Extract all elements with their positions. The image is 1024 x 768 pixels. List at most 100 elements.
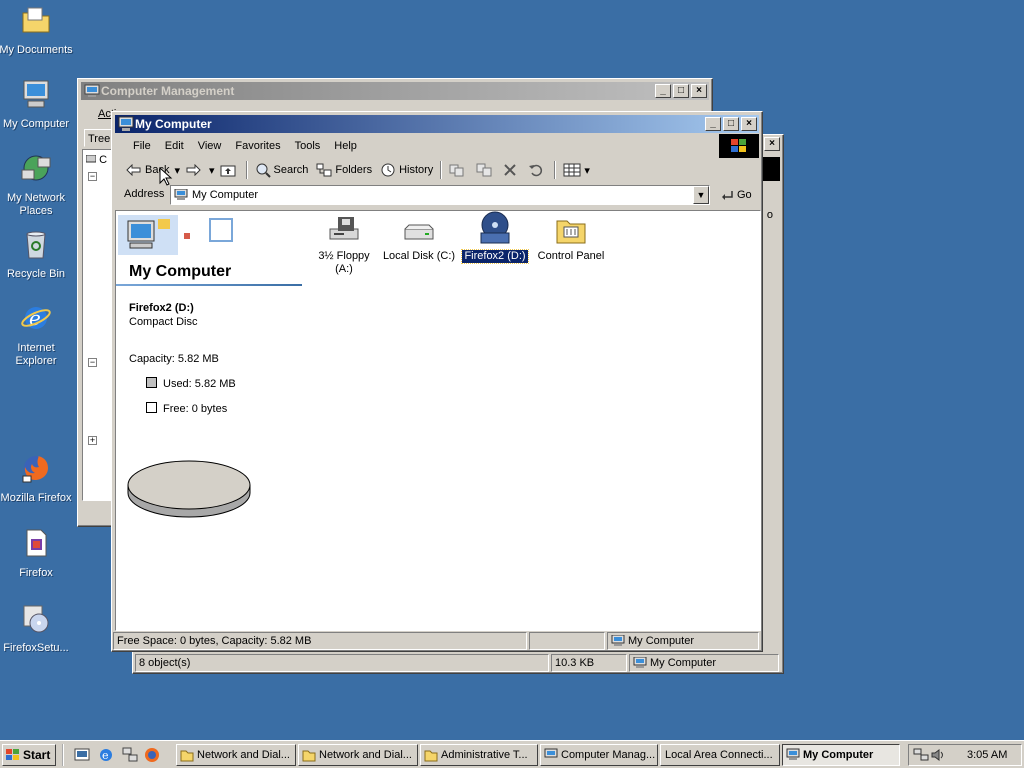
close-button[interactable]: × bbox=[741, 117, 757, 131]
go-button[interactable]: Go bbox=[716, 184, 756, 206]
desktop-icon-my-computer[interactable]: My Computer bbox=[0, 78, 74, 131]
start-button[interactable]: Start bbox=[2, 744, 56, 766]
computer-management-titlebar[interactable]: Computer Management _ □ × bbox=[81, 82, 709, 100]
taskbar: Start e Network and Dial... Network and … bbox=[0, 740, 1024, 768]
drive-item-local-disk[interactable]: Local Disk (C:) bbox=[382, 215, 456, 263]
views-button[interactable]: ▾ bbox=[559, 159, 594, 181]
forward-button[interactable] bbox=[181, 159, 208, 181]
volume-icon[interactable] bbox=[931, 748, 945, 762]
forward-dropdown[interactable]: ▾ bbox=[208, 159, 216, 181]
svg-text:e: e bbox=[29, 306, 41, 330]
undo-button[interactable] bbox=[524, 159, 551, 181]
address-dropdown-button[interactable]: ▼ bbox=[693, 186, 709, 204]
status-blank bbox=[529, 632, 605, 650]
up-folder-icon bbox=[220, 165, 236, 177]
network-status-icon[interactable] bbox=[913, 748, 929, 762]
firefox-icon bbox=[22, 456, 48, 483]
desktop-icon-my-network-places[interactable]: My Network Places bbox=[0, 152, 74, 218]
copy-to-icon bbox=[476, 163, 492, 177]
history-button[interactable]: History bbox=[376, 159, 437, 181]
menu-tools[interactable]: Tools bbox=[288, 140, 328, 152]
menu-bar: File Edit View Favorites Tools Help bbox=[126, 136, 364, 156]
back-dropdown[interactable]: ▾ bbox=[173, 159, 181, 181]
task-network-dial-2[interactable]: Network and Dial... bbox=[298, 744, 418, 766]
menu-view[interactable]: View bbox=[191, 140, 229, 152]
computer-icon bbox=[611, 635, 625, 646]
address-label: Address bbox=[124, 188, 165, 200]
desktop-icon-mozilla-firefox[interactable]: Mozilla Firefox bbox=[0, 452, 74, 505]
tree-expander[interactable]: − bbox=[88, 358, 97, 367]
search-button[interactable]: Search bbox=[251, 159, 313, 181]
undo-icon bbox=[529, 164, 543, 177]
up-button[interactable] bbox=[216, 159, 243, 181]
computer-icon bbox=[786, 748, 800, 760]
delete-icon bbox=[504, 164, 517, 176]
task-network-dial-1[interactable]: Network and Dial... bbox=[176, 744, 296, 766]
toolbar-separator bbox=[245, 161, 248, 179]
menu-file[interactable]: File bbox=[126, 140, 158, 152]
internet-explorer-icon[interactable]: e bbox=[98, 747, 114, 763]
maximize-button[interactable]: □ bbox=[723, 117, 739, 131]
clock[interactable]: 3:05 AM bbox=[967, 749, 1007, 761]
copy-to-button[interactable] bbox=[472, 159, 499, 181]
tree-expander[interactable]: − bbox=[88, 172, 97, 181]
network-connections-icon bbox=[180, 750, 194, 762]
network-connections-icon bbox=[302, 750, 316, 762]
content-area[interactable]: My Computer Firefox2 (D:) Compact Disc C… bbox=[115, 210, 761, 631]
tree-expander[interactable]: + bbox=[88, 436, 97, 445]
windows-flag-icon bbox=[6, 749, 19, 760]
network-icon[interactable] bbox=[122, 747, 138, 763]
drive-item-floppy[interactable]: 3½ Floppy (A:) bbox=[312, 215, 376, 276]
desktop-icon-firefox-setup[interactable]: FirefoxSetu... bbox=[0, 602, 74, 655]
computer-icon bbox=[633, 657, 647, 668]
forward-arrow-icon bbox=[186, 164, 201, 176]
task-my-computer[interactable]: My Computer bbox=[782, 744, 900, 766]
drive-item-control-panel[interactable]: Control Panel bbox=[534, 215, 608, 263]
task-local-area-connection[interactable]: Local Area Connecti... bbox=[660, 744, 780, 766]
task-computer-management[interactable]: Computer Manag... bbox=[540, 744, 658, 766]
address-field[interactable]: My Computer ▼ bbox=[170, 185, 710, 205]
desktop-icon-firefox-installer[interactable]: Firefox bbox=[0, 527, 74, 580]
status-size: 10.3 KB bbox=[551, 654, 627, 672]
status-zone: My Computer bbox=[607, 632, 759, 650]
menu-edit[interactable]: Edit bbox=[158, 140, 191, 152]
windows-flag-icon bbox=[731, 139, 746, 152]
panel-heading: My Computer bbox=[129, 263, 232, 280]
computer-icon bbox=[23, 80, 49, 108]
installer-icon bbox=[26, 529, 47, 557]
delete-button[interactable] bbox=[499, 159, 524, 181]
computer-icon bbox=[118, 116, 134, 131]
menu-help[interactable]: Help bbox=[327, 140, 364, 152]
windows-logo bbox=[760, 157, 780, 181]
computer-management-icon bbox=[84, 84, 100, 97]
system-tray: 3:05 AM bbox=[908, 744, 1022, 766]
task-administrative-tools[interactable]: Administrative T... bbox=[420, 744, 538, 766]
minimize-button[interactable]: _ bbox=[655, 84, 671, 98]
maximize-button[interactable]: □ bbox=[673, 84, 689, 98]
folders-button[interactable]: Folders bbox=[312, 159, 376, 181]
tree-pane[interactable]: C − − + bbox=[82, 149, 112, 501]
close-button[interactable]: × bbox=[764, 137, 780, 151]
status-object-count: 8 object(s) bbox=[135, 654, 549, 672]
internet-explorer-icon: e bbox=[21, 306, 51, 330]
right-pane-fragment: o bbox=[766, 209, 773, 221]
close-button[interactable]: × bbox=[691, 84, 707, 98]
drive-item-cd[interactable]: Firefox2 (D:) bbox=[460, 211, 530, 264]
free-text: Free: 0 bytes bbox=[163, 403, 228, 415]
status-free-space: Free Space: 0 bytes, Capacity: 5.82 MB bbox=[113, 632, 527, 650]
menu-favorites[interactable]: Favorites bbox=[228, 140, 287, 152]
computer-node-icon bbox=[85, 154, 97, 163]
desktop-icon-my-documents[interactable]: My Documents bbox=[0, 4, 74, 57]
standard-toolbar: Back ▾ ▾ Search Folders History ▾ bbox=[122, 158, 594, 182]
show-desktop-icon[interactable] bbox=[74, 747, 90, 763]
toolbar-separator bbox=[554, 161, 557, 179]
desktop-icon-internet-explorer[interactable]: e Internet Explorer bbox=[0, 302, 74, 368]
move-to-button[interactable] bbox=[445, 159, 472, 181]
desktop-icon-recycle-bin[interactable]: Recycle Bin bbox=[0, 228, 74, 281]
firefox-icon[interactable] bbox=[144, 747, 160, 763]
tree-root: C bbox=[85, 154, 107, 166]
minimize-button[interactable]: _ bbox=[705, 117, 721, 131]
my-computer-titlebar[interactable]: My Computer _ □ × bbox=[115, 115, 759, 133]
floppy-drive-icon bbox=[329, 217, 359, 240]
my-computer-window[interactable]: My Computer _ □ × File Edit View Favorit… bbox=[111, 111, 763, 652]
